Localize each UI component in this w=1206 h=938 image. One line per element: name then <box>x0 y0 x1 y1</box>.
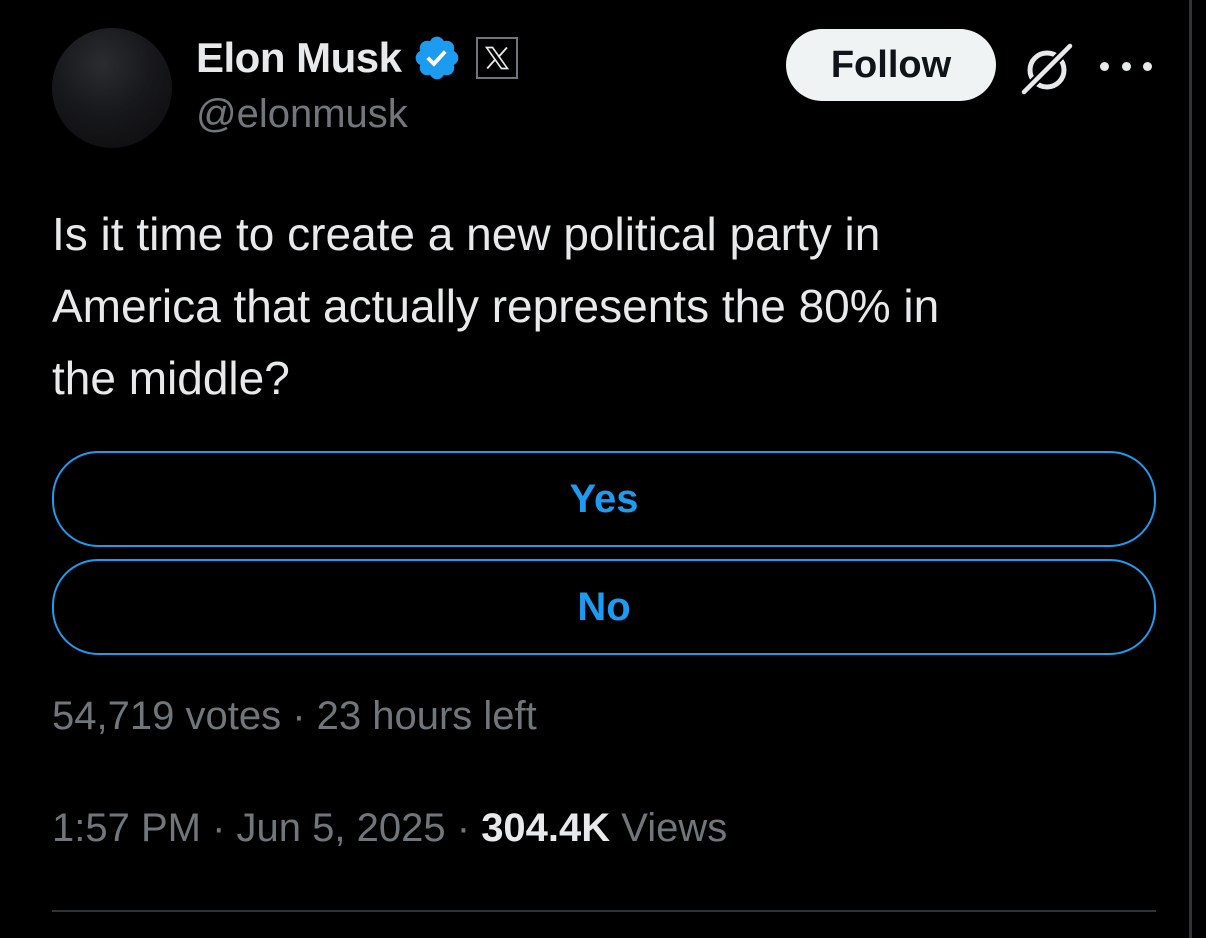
poll-time-left: 23 hours left <box>316 694 537 738</box>
poll-option-yes[interactable]: Yes <box>52 451 1156 547</box>
window-edge-divider <box>1189 0 1192 938</box>
separator-dot: · <box>292 694 306 738</box>
views-label[interactable]: Views <box>621 806 727 850</box>
separator-dot: · <box>456 806 471 850</box>
author-header: Elon Musk @elonmusk <box>196 30 518 137</box>
grok-icon[interactable] <box>1018 40 1076 98</box>
avatar[interactable] <box>52 28 172 148</box>
views-count[interactable]: 304.4K <box>481 806 610 850</box>
tweet-meta: 1:57 PM · Jun 5, 2025 · 304.4K Views <box>52 806 727 851</box>
tweet-time[interactable]: 1:57 PM <box>52 806 201 850</box>
author-name-row: Elon Musk <box>196 30 518 86</box>
more-dot <box>1143 61 1152 71</box>
poll-meta: 54,719 votes · 23 hours left <box>52 694 537 739</box>
x-logo-icon[interactable] <box>475 37 518 79</box>
more-options-icon[interactable] <box>1100 44 1152 88</box>
tweet-text: Is it time to create a new political par… <box>52 208 940 404</box>
separator-dot: · <box>212 806 226 850</box>
tweet-date[interactable]: Jun 5, 2025 <box>237 806 446 850</box>
more-dot <box>1100 61 1109 71</box>
follow-button[interactable]: Follow <box>786 29 996 101</box>
divider <box>52 910 1156 912</box>
author-display-name[interactable]: Elon Musk <box>196 34 402 82</box>
verified-badge-icon[interactable] <box>412 33 462 83</box>
author-handle[interactable]: @elonmusk <box>196 92 518 137</box>
more-dot <box>1121 61 1131 71</box>
poll-option-no[interactable]: No <box>52 559 1156 655</box>
poll-vote-count: 54,719 votes <box>52 694 282 738</box>
